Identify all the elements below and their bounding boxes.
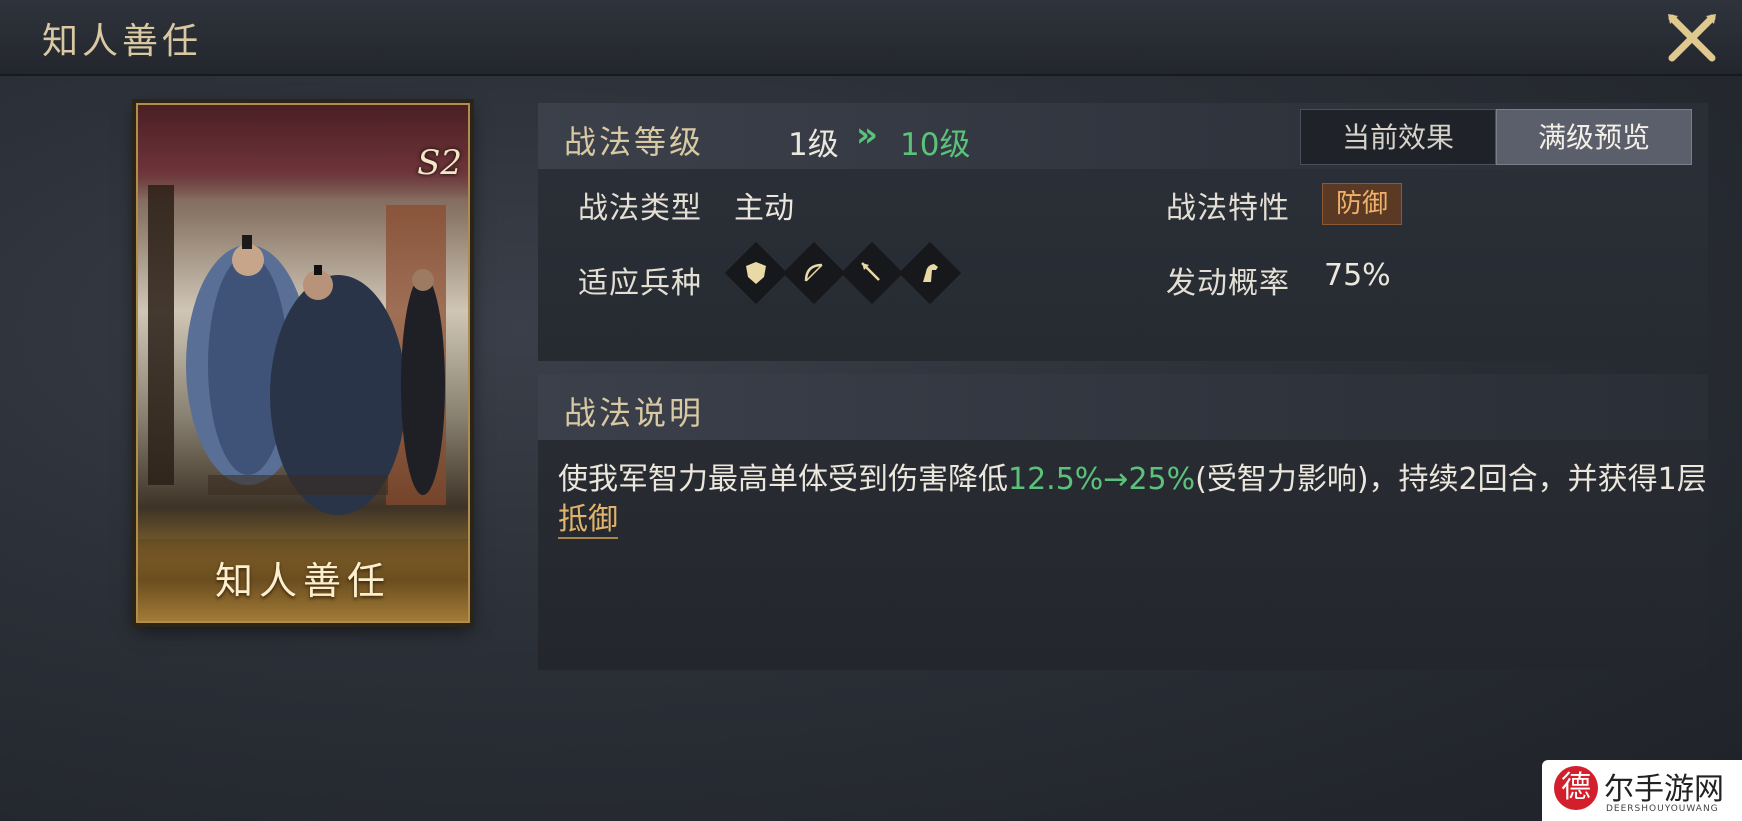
keyword-link[interactable]: 抵御 — [558, 502, 618, 539]
level-header: 战法等级 1级 » 10级 当前效果 满级预览 — [538, 103, 1708, 169]
horse-icon — [923, 264, 938, 282]
description-text-part1: 使我军智力最高单体受到伤害降低 — [558, 462, 1008, 497]
level-from: 1级 — [788, 127, 839, 163]
skill-trait-label: 战法特性 — [1166, 191, 1290, 226]
description-highlight: 12.5%→25% — [1008, 462, 1196, 497]
skill-type-value: 主动 — [734, 191, 794, 226]
spear-icon — [861, 262, 880, 281]
watermark-subtext: DEERSHOUYOUWANG — [1606, 804, 1719, 814]
close-icon — [1668, 14, 1716, 62]
card-illustration — [148, 185, 446, 515]
tab-max-level-preview[interactable]: 满级预览 — [1496, 109, 1692, 165]
page-title: 知人善任 — [42, 21, 203, 62]
description-header: 战法说明 — [538, 374, 1708, 440]
close-button[interactable] — [1664, 10, 1720, 66]
top-bar: 知人善任 — [0, 0, 1742, 76]
trigger-rate-label: 发动概率 — [1166, 266, 1290, 301]
skill-trait-badge: 防御 — [1322, 183, 1402, 225]
troop-horse — [898, 241, 962, 305]
skill-info-panel: 战法等级 1级 » 10级 当前效果 满级预览 战法类型 主动 战法特性 防御 … — [538, 103, 1708, 361]
troop-shield — [724, 241, 788, 305]
skill-description-panel: 战法说明 使我军智力最高单体受到伤害降低12.5%→25%(受智力影响)，持续2… — [538, 374, 1708, 670]
watermark-logo: 德 — [1554, 766, 1598, 810]
shield-icon — [746, 262, 766, 284]
bow-icon — [804, 263, 823, 282]
effect-tabs: 当前效果 满级预览 — [1300, 109, 1692, 165]
level-label: 战法等级 — [564, 123, 705, 161]
watermark-text: 尔手游网 — [1604, 772, 1724, 807]
description-text: 使我军智力最高单体受到伤害降低12.5%→25%(受智力影响)，持续2回合，并获… — [558, 460, 1708, 540]
tab-current-effect[interactable]: 当前效果 — [1300, 109, 1496, 165]
card-name: 知人善任 — [214, 559, 391, 603]
description-text-part2: (受智力影响)，持续2回合，并获得1层 — [1195, 462, 1707, 497]
troop-bow — [782, 241, 846, 305]
trigger-rate-value: 75% — [1324, 258, 1391, 293]
skill-type-label: 战法类型 — [578, 191, 702, 226]
site-watermark: 德 尔手游网 DEERSHOUYOUWANG — [1542, 760, 1742, 821]
skill-card: S2 知人善任 — [136, 103, 470, 623]
troop-spear — [840, 241, 904, 305]
double-chevron-right-icon: » — [856, 115, 878, 155]
season-badge: S2 — [417, 143, 462, 183]
level-to: 10级 — [900, 127, 971, 163]
troop-type-label: 适应兵种 — [578, 266, 702, 301]
description-title: 战法说明 — [564, 394, 705, 432]
troop-icons — [724, 241, 962, 305]
